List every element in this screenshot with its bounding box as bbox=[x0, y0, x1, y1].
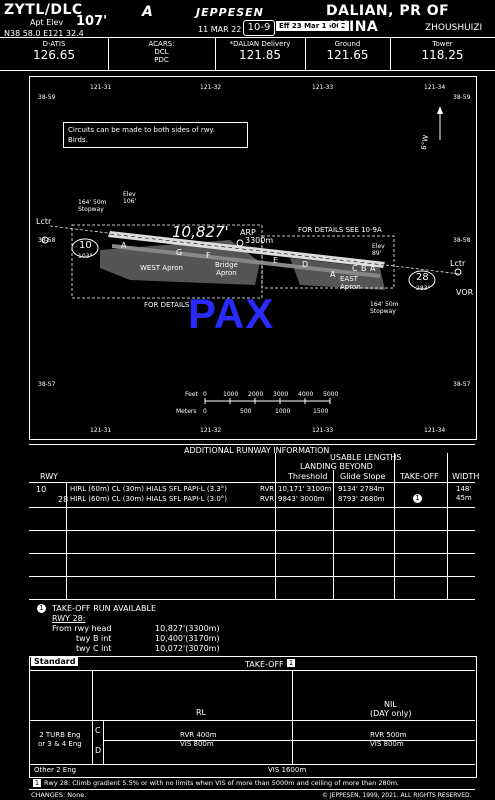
details-note-west: FOR DETAILS bbox=[144, 301, 190, 309]
arp-icon bbox=[236, 239, 244, 247]
rl-header: RL bbox=[196, 708, 207, 717]
takeoff-run-rwy: RWY 28: bbox=[52, 614, 86, 623]
runway-length-m: 3300m bbox=[245, 236, 274, 245]
takeoff-run-label: twy B int bbox=[76, 634, 112, 643]
lctr-west-icon bbox=[41, 236, 49, 244]
takeoff-run-value: 10,400'(3170m) bbox=[155, 634, 220, 643]
footnote-badge: 1 bbox=[33, 779, 41, 787]
bridge-apron-label: Bridge Apron bbox=[215, 261, 238, 277]
vor-label: VOR bbox=[456, 288, 474, 297]
rwy10-hdg: 103° bbox=[78, 253, 93, 260]
scale-feet-label: Feet bbox=[185, 391, 198, 398]
twy-label: C bbox=[352, 264, 358, 273]
standard-label: Standard bbox=[31, 657, 79, 666]
stopway-east: 164' 50m Stopway bbox=[370, 301, 399, 315]
rwy10-label: 10 bbox=[79, 240, 92, 251]
changes: CHANGES: None. bbox=[31, 791, 87, 799]
takeoff-run-label: twy C int bbox=[76, 644, 112, 653]
twy-label: B bbox=[361, 264, 367, 273]
eng-category: 2 TURB Eng or 3 & 4 Eng bbox=[38, 731, 82, 748]
rwy28-label: 28 bbox=[416, 272, 429, 283]
twy-label: D bbox=[302, 260, 309, 269]
scale-tick: 0 bbox=[203, 391, 207, 398]
takeoff-run-label: From rwy head bbox=[52, 624, 112, 633]
aerodrome-svg bbox=[41, 106, 462, 404]
usable-lengths: USABLE LENGTHS bbox=[330, 453, 402, 462]
scale-tick: 1000 bbox=[223, 391, 239, 398]
nil-sub: (DAY only) bbox=[370, 709, 412, 718]
twy-label: A bbox=[330, 270, 336, 279]
cd-nil-minima: RVR 500m VIS 800m bbox=[370, 731, 407, 748]
rwy28-hdg: 283° bbox=[416, 285, 431, 292]
rwy28-thr: 9843' 3000m bbox=[278, 495, 325, 503]
twy-label: F bbox=[206, 251, 211, 260]
rwy10-thr: 10,171' 3100m bbox=[278, 485, 332, 493]
scale-tick: 500 bbox=[240, 408, 252, 415]
stopway-west: 164' 50m Stopway bbox=[78, 199, 107, 213]
other-eng-value: VIS 1600m bbox=[268, 766, 307, 774]
twy-label: A bbox=[121, 241, 127, 250]
copyright: © JEPPESEN, 1999, 2021. ALL RIGHTS RESER… bbox=[322, 792, 472, 799]
footnote: Rwy 28: Climb gradient 5.5% or with no l… bbox=[44, 779, 400, 787]
threshold-header: Threshold bbox=[288, 472, 328, 481]
cd-rl-minima: RVR 400m VIS 800m bbox=[180, 731, 217, 748]
rwy-header: RWY bbox=[40, 472, 59, 481]
scale-tick: 2000 bbox=[248, 391, 264, 398]
rwy28-gs: 8793' 2680m bbox=[338, 495, 385, 503]
note-1-badge: 1 bbox=[37, 604, 46, 613]
scale-tick: 0 bbox=[203, 408, 207, 415]
takeoff-note-badge: 1 bbox=[413, 494, 422, 503]
runway-length: 10,827' bbox=[172, 223, 229, 241]
elev-west: Elev 106' bbox=[123, 191, 137, 205]
details-note-east: FOR DETAILS SEE 10-9A bbox=[298, 226, 382, 234]
cat-d: D bbox=[95, 746, 102, 755]
rwy-width: 148' 45m bbox=[456, 485, 472, 502]
nil-header: NIL bbox=[384, 700, 397, 709]
twy-label: G bbox=[176, 248, 183, 257]
note-1-box: 1 bbox=[287, 659, 295, 667]
twy-label: E bbox=[273, 256, 279, 265]
takeoff-title: TAKE-OFF bbox=[245, 660, 284, 669]
takeoff-run-value: 10,072'(3070m) bbox=[155, 644, 220, 653]
takeoff-header: TAKE-OFF bbox=[400, 472, 439, 481]
scale-tick: 1000 bbox=[275, 408, 291, 415]
rwy28-rvr: RVR bbox=[260, 495, 275, 503]
twy-label: A bbox=[370, 264, 376, 273]
rwy10-rvr: RVR bbox=[260, 485, 275, 493]
width-header: WIDTH bbox=[452, 472, 480, 481]
lctr-west: Lctr bbox=[36, 217, 52, 226]
scale-tick: 1500 bbox=[313, 408, 329, 415]
scale-tick: 3000 bbox=[273, 391, 289, 398]
takeoff-run-title: TAKE-OFF RUN AVAILABLE bbox=[52, 604, 156, 613]
rwy10-lights: HIRL (60m) CL (30m) HIALS SFL PAPI-L (3.… bbox=[70, 485, 228, 493]
lctr-east: Lctr bbox=[450, 259, 466, 268]
rwy10-gs: 9134' 2784m bbox=[338, 485, 385, 493]
scale-m-label: Meters bbox=[176, 408, 197, 415]
east-apron-label: EAST Apron bbox=[340, 275, 361, 291]
west-apron-label: WEST Apron bbox=[140, 264, 183, 272]
arp-label: ARP bbox=[240, 228, 256, 237]
other-eng-label: Other 2 Eng bbox=[34, 766, 77, 774]
landing-beyond: LANDING BEYOND bbox=[300, 462, 373, 471]
cat-c: C bbox=[95, 726, 101, 735]
elev-east: Elev 89' bbox=[372, 243, 385, 257]
rwy28-lights: HIRL (60m) CL (30m) HIALS SFL PAPI-L (3.… bbox=[70, 495, 228, 503]
rwy-10: 10 bbox=[36, 485, 47, 494]
scale-tick: 4000 bbox=[298, 391, 314, 398]
add-rwy-title: ADDITIONAL RUNWAY INFORMATION bbox=[184, 446, 330, 455]
takeoff-run-value: 10,827'(3300m) bbox=[155, 624, 220, 633]
scale-tick: 5000 bbox=[323, 391, 339, 398]
glide-slope-header: Glide Slope bbox=[340, 472, 386, 481]
pax-watermark: PAX bbox=[188, 290, 275, 337]
